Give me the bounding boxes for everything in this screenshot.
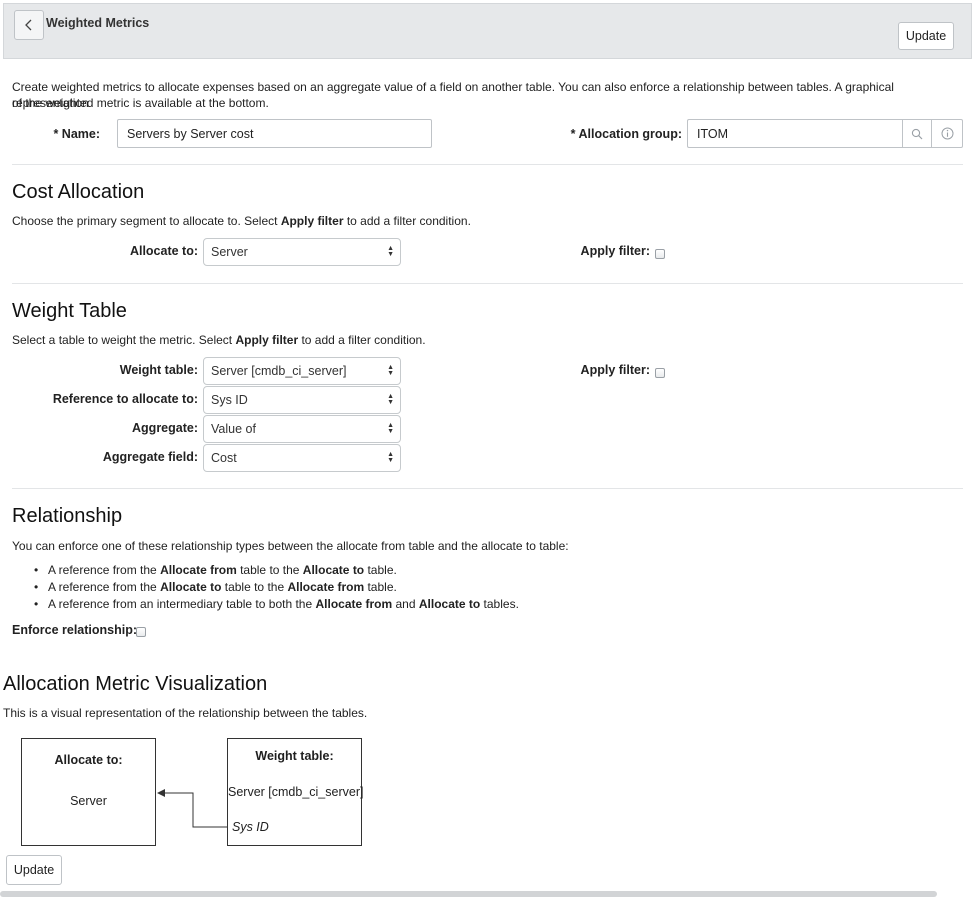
select-arrows-icon: ▲ ▼	[387, 451, 394, 464]
aggregate-select[interactable]: Value of ▲ ▼	[203, 415, 401, 443]
relationship-description: You can enforce one of these relationshi…	[12, 539, 569, 553]
weight-table-box-title: Weight table:	[255, 749, 334, 763]
allocate-to-box-title: Allocate to:	[54, 753, 123, 767]
cost-apply-filter-label: Apply filter:	[580, 244, 650, 258]
list-item: A reference from an intermediary table t…	[34, 596, 519, 613]
update-button-footer[interactable]: Update	[6, 855, 62, 885]
cost-apply-filter-checkbox[interactable]	[655, 249, 665, 259]
relationship-types-list: A reference from the Allocate from table…	[34, 562, 519, 613]
intro-line-2: of the weighted metric is available at t…	[12, 96, 269, 110]
visualization-description: This is a visual representation of the r…	[3, 706, 368, 720]
select-arrows-icon: ▲ ▼	[387, 364, 394, 377]
select-arrows-icon: ▲ ▼	[387, 422, 394, 435]
list-item: A reference from the Allocate from table…	[34, 562, 519, 579]
allocation-group-search-button[interactable]	[902, 119, 932, 148]
weight-table-value: Server [cmdb_ci_server]	[211, 364, 347, 378]
update-button-header[interactable]: Update	[898, 22, 954, 50]
aggregate-value: Value of	[211, 422, 256, 436]
divider	[12, 164, 963, 165]
weight-table-description: Select a table to weight the metric. Sel…	[12, 333, 426, 347]
weight-table-box-field: Sys ID	[232, 820, 269, 834]
page-header	[3, 3, 972, 59]
relationship-connector-arrow	[157, 789, 227, 828]
weight-table-heading: Weight Table	[12, 300, 127, 322]
allocate-to-select[interactable]: Server ▲ ▼	[203, 238, 401, 266]
info-icon	[941, 127, 953, 140]
horizontal-scrollbar[interactable]	[0, 891, 937, 897]
allocation-group-info-button[interactable]	[931, 119, 963, 148]
chevron-left-icon	[25, 19, 32, 31]
select-arrows-icon: ▲ ▼	[387, 245, 394, 258]
allocate-to-box: Allocate to: Server	[21, 738, 156, 846]
weight-table-label: Weight table:	[119, 363, 198, 377]
cost-allocation-heading: Cost Allocation	[12, 181, 145, 203]
name-field[interactable]: Servers by Server cost	[117, 119, 432, 148]
aggregate-field-value: Cost	[211, 451, 237, 465]
list-item: A reference from the Allocate to table t…	[34, 579, 519, 596]
allocate-to-value: Server	[211, 245, 248, 259]
cost-allocation-description: Choose the primary segment to allocate t…	[12, 214, 471, 228]
reference-value: Sys ID	[211, 393, 248, 407]
allocate-to-label: Allocate to:	[129, 244, 198, 258]
enforce-relationship-label: Enforce relationship:	[12, 623, 138, 637]
weight-table-select[interactable]: Server [cmdb_ci_server] ▲ ▼	[203, 357, 401, 385]
back-button[interactable]	[14, 10, 44, 40]
select-arrows-icon: ▲ ▼	[387, 393, 394, 406]
relationship-heading: Relationship	[12, 505, 123, 527]
visualization-heading: Allocation Metric Visualization	[3, 673, 268, 695]
reference-to-allocate-to-label: Reference to allocate to:	[52, 392, 198, 406]
allocate-to-box-value: Server	[70, 794, 107, 808]
aggregate-field-select[interactable]: Cost ▲ ▼	[203, 444, 401, 472]
divider	[12, 283, 963, 284]
allocation-group-field[interactable]: ITOM	[687, 119, 903, 148]
allocation-group-label: * Allocation group:	[570, 127, 682, 141]
name-label: * Name:	[53, 127, 100, 141]
weight-table-box-value: Server [cmdb_ci_server]	[228, 785, 364, 799]
weight-apply-filter-label: Apply filter:	[580, 363, 650, 377]
aggregate-label: Aggregate:	[132, 421, 198, 435]
search-icon	[911, 128, 923, 139]
name-value: Servers by Server cost	[127, 126, 254, 141]
page-title: Weighted Metrics	[46, 16, 150, 30]
weight-table-box: Weight table: Server [cmdb_ci_server] Sy…	[227, 738, 364, 846]
reference-to-allocate-to-select[interactable]: Sys ID ▲ ▼	[203, 386, 401, 414]
aggregate-field-label: Aggregate field:	[102, 450, 198, 464]
allocation-group-value: ITOM	[697, 126, 729, 141]
divider	[12, 488, 963, 489]
weight-apply-filter-checkbox[interactable]	[655, 368, 665, 378]
enforce-relationship-checkbox[interactable]	[136, 627, 146, 637]
